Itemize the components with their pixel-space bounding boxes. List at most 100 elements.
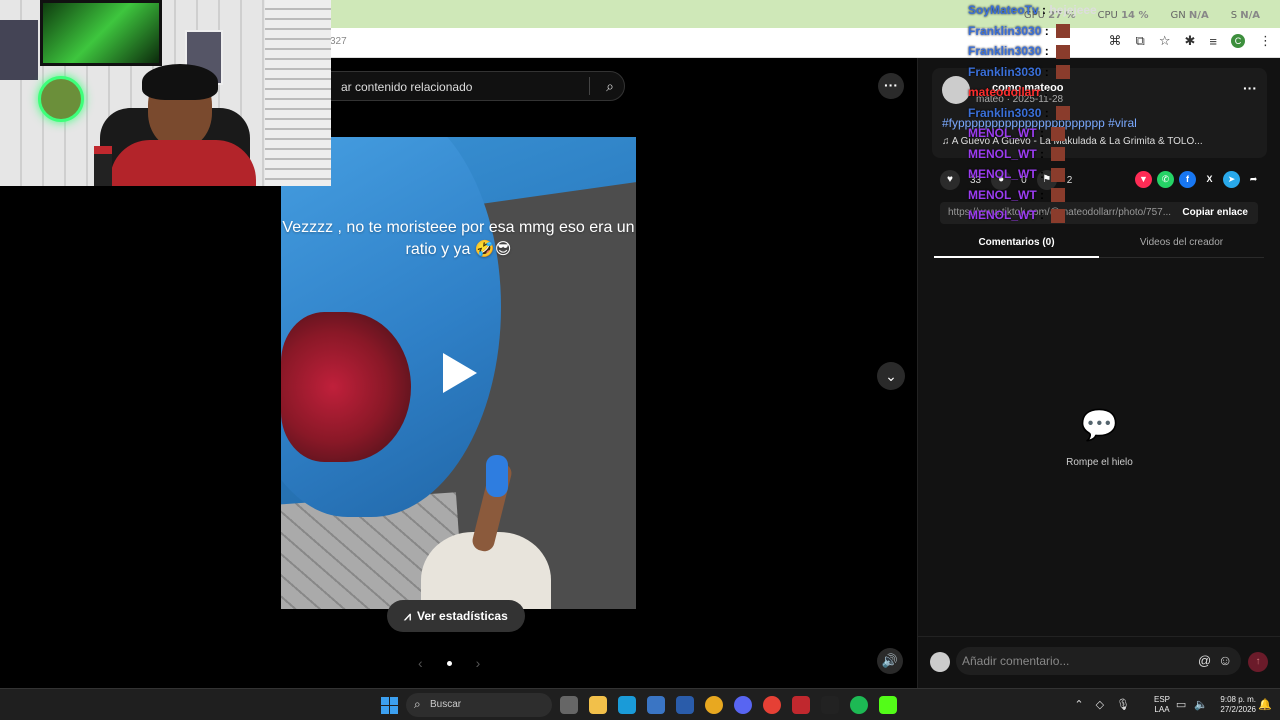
task-view-icon[interactable] bbox=[560, 696, 578, 714]
tab-comments[interactable]: Comentarios (0) bbox=[934, 236, 1099, 258]
chrome-icon[interactable] bbox=[763, 696, 781, 714]
emote-icon bbox=[1051, 208, 1066, 223]
emoji-icon[interactable]: ☺ bbox=[1218, 652, 1232, 668]
profile-avatar[interactable]: C bbox=[1231, 34, 1245, 48]
bookmark-star-icon[interactable]: ☆ bbox=[1159, 33, 1171, 49]
search-icon[interactable]: ⌕ bbox=[606, 78, 614, 95]
share-buttons: ▼ ✆ f X ➤ ➦ bbox=[1135, 171, 1262, 188]
comment-composer: @ ☺ ↑ bbox=[918, 636, 1280, 688]
tray-app-icon[interactable]: ◇ bbox=[1096, 698, 1104, 711]
empty-comments: 💬 Rompe el hielo bbox=[918, 408, 1280, 468]
discord-icon[interactable] bbox=[734, 696, 752, 714]
windows-start-icon[interactable] bbox=[381, 697, 398, 714]
user-avatar bbox=[930, 652, 950, 672]
mention-icon[interactable]: @ bbox=[1198, 653, 1211, 668]
install-icon[interactable]: ⧉ bbox=[1136, 33, 1145, 49]
send-icon[interactable]: ↑ bbox=[1248, 652, 1268, 672]
chat-line: MENOL_WT : bbox=[968, 123, 1118, 144]
facebook-icon[interactable]: f bbox=[1179, 171, 1196, 188]
spotify-icon[interactable] bbox=[850, 696, 868, 714]
x-icon[interactable]: X bbox=[1201, 171, 1218, 188]
more-options-button[interactable]: ··· bbox=[878, 73, 904, 99]
webcam-tv bbox=[40, 0, 162, 66]
chat-username: Franklin3030 bbox=[968, 64, 1042, 79]
prev-arrow-icon[interactable]: ‹ bbox=[418, 655, 423, 671]
volume-icon[interactable]: 🔈 bbox=[1194, 698, 1208, 711]
like-icon[interactable]: ♥ bbox=[940, 170, 960, 190]
volume-button[interactable]: 🔊 bbox=[877, 648, 903, 674]
post-photo[interactable]: Vezzzz , no te moristeee por esa mmg eso… bbox=[281, 137, 636, 609]
chat-line: Franklin3030 : bbox=[968, 41, 1118, 62]
clock-date: 27/2/2026 bbox=[1220, 705, 1256, 714]
webcam-neon-sign bbox=[38, 76, 84, 122]
tab-creator-videos[interactable]: Videos del creador bbox=[1099, 236, 1264, 258]
chat-username: MENOL_WT bbox=[968, 126, 1037, 140]
store-icon[interactable] bbox=[647, 696, 665, 714]
view-stats-label: Ver estadísticas bbox=[417, 609, 508, 623]
copy-link-button[interactable]: Copiar enlace bbox=[1182, 207, 1248, 218]
emote-icon bbox=[1051, 126, 1066, 141]
network-icon[interactable]: ▭ bbox=[1176, 698, 1186, 711]
microphone-icon[interactable]: 🎙 bbox=[1116, 698, 1130, 711]
perf-gn: GN N/A bbox=[1170, 10, 1209, 21]
next-arrow-icon[interactable]: › bbox=[476, 655, 481, 671]
repost-icon[interactable]: ▼ bbox=[1135, 171, 1152, 188]
file-explorer-icon[interactable] bbox=[589, 696, 607, 714]
photo-caption: Vezzzz , no te moristeee por esa mmg eso… bbox=[282, 219, 635, 258]
streamer-webcam bbox=[0, 0, 331, 186]
kick-icon[interactable] bbox=[879, 696, 897, 714]
tray-chevron-icon[interactable]: ⌃ bbox=[1074, 698, 1083, 711]
panel-tabs: Comentarios (0) Videos del creador bbox=[934, 236, 1264, 258]
webcam-streamer-shirt bbox=[110, 140, 256, 186]
chat-message: hejejeee bbox=[1049, 3, 1097, 17]
url-text[interactable]: 327 bbox=[330, 36, 347, 47]
view-stats-button[interactable]: ⩘ Ver estadísticas bbox=[387, 600, 525, 632]
post-more-icon[interactable]: ··· bbox=[1243, 80, 1257, 96]
author-avatar[interactable] bbox=[942, 76, 970, 104]
taskbar-search-text: Buscar bbox=[430, 699, 462, 710]
music-note-icon: ♫ bbox=[942, 136, 950, 147]
chat-line: MENOL_WT : bbox=[968, 164, 1118, 185]
capcut-icon[interactable] bbox=[821, 696, 839, 714]
taskbar-search[interactable]: ⌕ Buscar bbox=[406, 693, 552, 717]
next-post-button[interactable]: ⌄ bbox=[877, 362, 905, 390]
chart-icon: ⩘ bbox=[404, 608, 412, 623]
stream-chat-overlay: SoyMateoTv : hejejeee Franklin3030 : Fra… bbox=[968, 0, 1118, 226]
notification-icon[interactable]: 🔔 bbox=[1258, 698, 1272, 711]
chat-line: Franklin3030 : bbox=[968, 62, 1118, 83]
play-icon[interactable] bbox=[443, 353, 477, 393]
coin-app-icon[interactable] bbox=[705, 696, 723, 714]
search-text[interactable]: ar contenido relacionado bbox=[341, 80, 472, 94]
media-control-icon[interactable]: ≡ bbox=[1209, 34, 1217, 49]
taskbar-search-icon: ⌕ bbox=[414, 697, 421, 711]
chat-line: MENOL_WT : bbox=[968, 144, 1118, 165]
chat-username: SoyMateoTv bbox=[968, 3, 1039, 17]
outlook-icon[interactable] bbox=[676, 696, 694, 714]
chat-username: Franklin3030 bbox=[968, 105, 1042, 120]
chat-username: MENOL_WT bbox=[968, 208, 1037, 222]
chat-username: MENOL_WT bbox=[968, 146, 1037, 161]
windows-taskbar: ⌕ Buscar ⌃ ◇ 🎙 ESP LAA ▭ 🔈 9:08 p. m. 27… bbox=[0, 688, 1280, 720]
taskbar-clock[interactable]: 9:08 p. m. 27/2/2026 bbox=[1220, 695, 1256, 715]
chat-username: mateodollarr bbox=[968, 85, 1041, 99]
telegram-icon[interactable]: ➤ bbox=[1223, 171, 1240, 188]
browser-menu-icon[interactable]: ⋮ bbox=[1259, 33, 1272, 49]
edge-icon[interactable] bbox=[618, 696, 636, 714]
taskbar-apps bbox=[560, 696, 897, 714]
streaming-app-icon[interactable] bbox=[792, 696, 810, 714]
chat-bubbles-icon: 💬 bbox=[1080, 409, 1119, 442]
search-bar[interactable]: ar contenido relacionado ⌕ bbox=[300, 71, 625, 101]
language-indicator[interactable]: ESP LAA bbox=[1154, 695, 1170, 715]
webcam-microphone bbox=[94, 146, 112, 186]
pager-dot bbox=[446, 660, 452, 666]
empty-comments-text: Rompe el hielo bbox=[1066, 457, 1133, 468]
extensions-icon[interactable]: ✱ bbox=[1185, 33, 1196, 49]
share-arrow-icon[interactable]: ➦ bbox=[1245, 171, 1262, 188]
system-status: ▭ 🔈 bbox=[1176, 698, 1208, 711]
whatsapp-icon[interactable]: ✆ bbox=[1157, 171, 1174, 188]
photo-taillight bbox=[281, 312, 411, 462]
chat-line: mateodollarr : bbox=[968, 85, 1049, 99]
photo-pager: ‹ › bbox=[418, 655, 480, 671]
system-tray: ⌃ ◇ 🎙 bbox=[1074, 698, 1130, 711]
search-divider bbox=[589, 77, 590, 95]
